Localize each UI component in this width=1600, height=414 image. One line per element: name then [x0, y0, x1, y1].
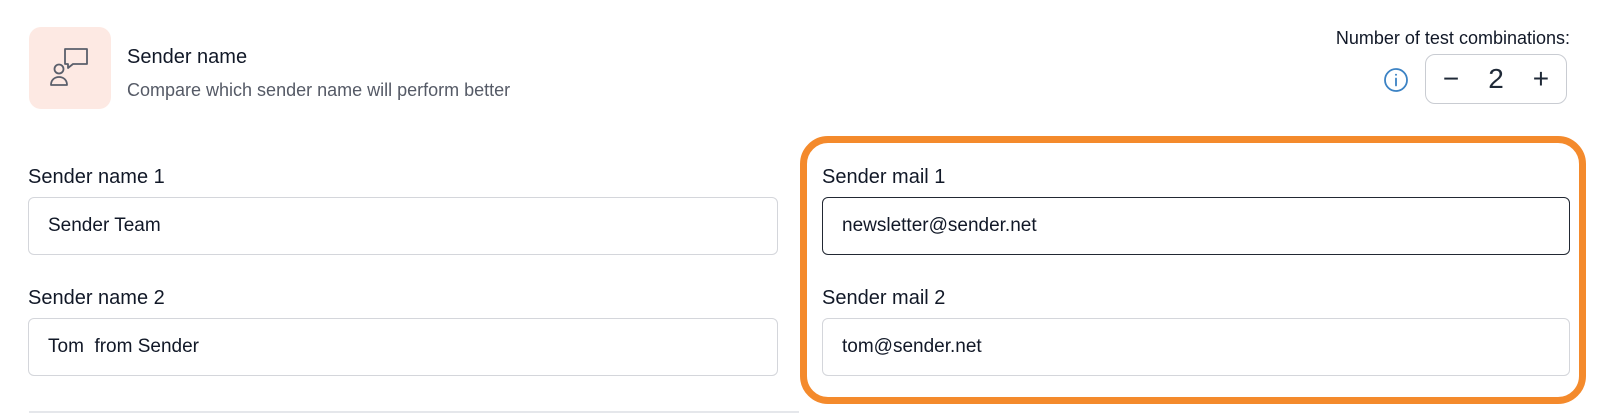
combinations-stepper: − 2 +	[1425, 54, 1567, 104]
sender-name-1-label: Sender name 1	[28, 166, 165, 188]
sender-name-2-input[interactable]: Tom from Sender	[28, 318, 778, 376]
section-description: Compare which sender name will perform b…	[127, 80, 511, 100]
section-title: Sender name	[127, 46, 248, 68]
decrement-button[interactable]: −	[1440, 65, 1462, 93]
sender-name-2-label: Sender name 2	[28, 287, 165, 309]
info-icon[interactable]	[1383, 67, 1409, 93]
sender-name-ab-test-panel: Sender name Compare which sender name wi…	[0, 0, 1600, 414]
sender-name-icon-box	[29, 27, 111, 109]
person-chat-icon	[50, 48, 88, 86]
divider	[29, 411, 799, 413]
test-combinations-label: Number of test combinations:	[1335, 28, 1570, 48]
increment-button[interactable]: +	[1530, 65, 1552, 93]
combinations-value: 2	[1488, 63, 1504, 94]
sender-name-1-input[interactable]: Sender Team	[28, 197, 778, 255]
sender-mail-highlight	[800, 136, 1586, 404]
